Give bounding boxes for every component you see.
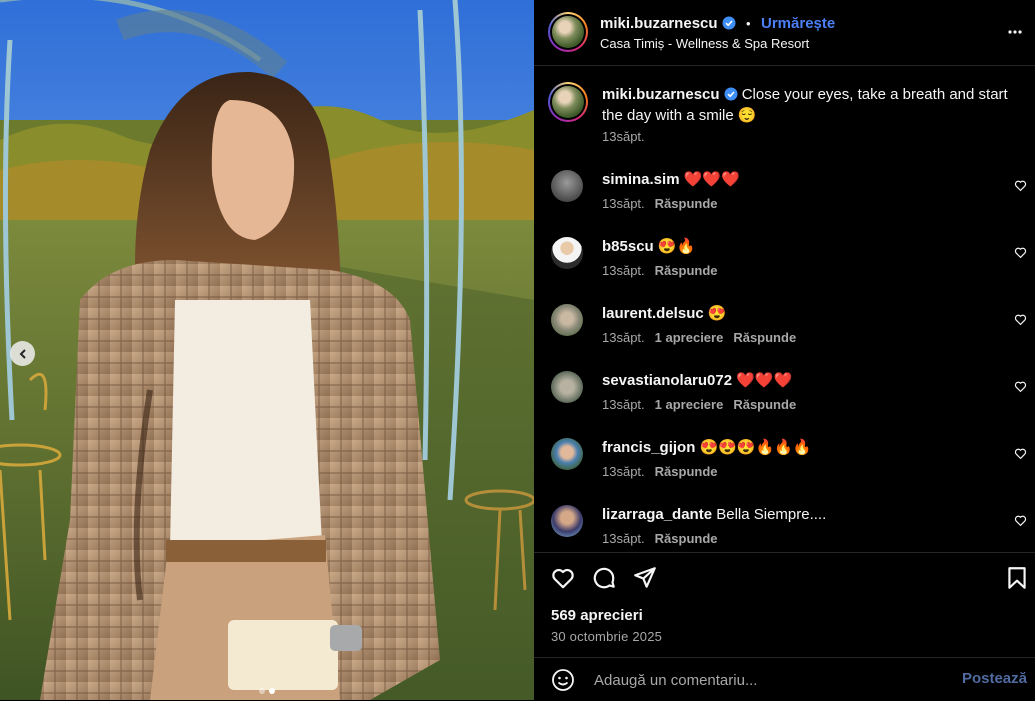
post-panel: miki.buzarnescu • Urmărește Casa Timiș -… — [534, 0, 1035, 700]
commenter-avatar[interactable] — [551, 371, 583, 403]
share-icon[interactable] — [632, 565, 658, 591]
comment-username[interactable]: simina.sim — [602, 171, 680, 188]
emoji-icon[interactable] — [551, 668, 575, 692]
likes-count[interactable]: 569 aprecieri — [551, 607, 643, 624]
comment-text: 😍🔥 — [657, 238, 696, 255]
comment-time: 13săpt. — [602, 263, 645, 278]
commenter-avatar[interactable] — [551, 438, 583, 470]
carousel-dot-active — [269, 688, 275, 694]
carousel-prev-button[interactable] — [10, 341, 35, 366]
photo-image — [0, 0, 534, 700]
comment-time: 13săpt. — [602, 531, 645, 546]
follow-button[interactable]: Urmărește — [761, 15, 835, 32]
verified-icon — [724, 87, 738, 101]
comment-composer: Postează — [534, 657, 1035, 701]
comment-likes[interactable]: 1 apreciere — [655, 397, 724, 412]
comment-item: laurent.delsuc 😍 13săpt. 1 apreciere Răspu… — [534, 304, 1035, 364]
caption-avatar[interactable] — [548, 82, 588, 122]
carousel-indicator — [0, 688, 534, 694]
commenter-avatar[interactable] — [551, 170, 583, 202]
heart-icon[interactable] — [550, 565, 576, 591]
comment-time: 13săpt. — [602, 464, 645, 479]
post-photo[interactable] — [0, 0, 534, 700]
comment-item: francis_gijon 😍😍😍🔥🔥🔥 13săpt. Răspunde — [534, 438, 1035, 498]
post-header: miki.buzarnescu • Urmărește Casa Timiș -… — [534, 0, 1035, 66]
bookmark-icon[interactable] — [1004, 565, 1030, 591]
comment-item: b85scu 😍🔥 13săpt. Răspunde — [534, 237, 1035, 297]
reply-button[interactable]: Răspunde — [655, 464, 718, 479]
caption: miki.buzarnescu Close your eyes, take a … — [602, 84, 1017, 126]
reply-button[interactable]: Răspunde — [655, 531, 718, 546]
reply-button[interactable]: Răspunde — [655, 196, 718, 211]
heart-icon[interactable] — [1014, 514, 1027, 527]
comment-username[interactable]: lizarraga_dante — [602, 506, 712, 523]
heart-icon[interactable] — [1014, 246, 1027, 259]
verified-icon — [722, 16, 736, 30]
comment-time: 13săpt. — [602, 196, 645, 211]
author-username[interactable]: miki.buzarnescu — [600, 15, 718, 32]
location-link[interactable]: Casa Timiș - Wellness & Spa Resort — [600, 36, 809, 51]
heart-icon[interactable] — [1014, 179, 1027, 192]
commenter-avatar[interactable] — [551, 304, 583, 336]
comment-input[interactable] — [592, 668, 936, 692]
heart-icon[interactable] — [1014, 447, 1027, 460]
heart-icon[interactable] — [1014, 380, 1027, 393]
more-icon[interactable] — [1007, 24, 1023, 40]
commenter-avatar[interactable] — [551, 237, 583, 269]
header-separator: • — [746, 16, 751, 31]
carousel-dot — [259, 688, 265, 694]
comment-time: 13săpt. — [602, 397, 645, 412]
comment-likes[interactable]: 1 apreciere — [655, 330, 724, 345]
caption-time: 13săpt. — [602, 129, 645, 144]
comment-item: sevastianolaru072 ❤️❤️❤️ 13săpt. 1 apreci… — [534, 371, 1035, 431]
reply-button[interactable]: Răspunde — [655, 263, 718, 278]
author-avatar[interactable] — [548, 12, 588, 52]
post-comment-button[interactable]: Postează — [962, 670, 1027, 687]
comment-text: ❤️❤️❤️ — [736, 372, 793, 389]
comment-item: simina.sim ❤️❤️❤️ 13săpt. Răspunde — [534, 170, 1035, 230]
comment-text: ❤️❤️❤️ — [683, 171, 740, 188]
comment-icon[interactable] — [591, 565, 617, 591]
comment-text: 😍😍😍🔥🔥🔥 — [699, 439, 812, 456]
comment-time: 13săpt. — [602, 330, 645, 345]
reply-button[interactable]: Răspunde — [733, 397, 796, 412]
comment-username[interactable]: sevastianolaru072 — [602, 372, 732, 389]
comment-text: 😍 — [707, 305, 727, 322]
heart-icon[interactable] — [1014, 313, 1027, 326]
comment-username[interactable]: b85scu — [602, 238, 654, 255]
post-date: 30 octombrie 2025 — [551, 629, 663, 644]
caption-username[interactable]: miki.buzarnescu — [602, 86, 720, 103]
commenter-avatar[interactable] — [551, 505, 583, 537]
comment-username[interactable]: laurent.delsuc — [602, 305, 704, 322]
comment-username[interactable]: francis_gijon — [602, 439, 695, 456]
chevron-left-icon — [19, 348, 26, 359]
comment-text: Bella Siempre.... — [716, 506, 827, 523]
reply-button[interactable]: Răspunde — [733, 330, 796, 345]
